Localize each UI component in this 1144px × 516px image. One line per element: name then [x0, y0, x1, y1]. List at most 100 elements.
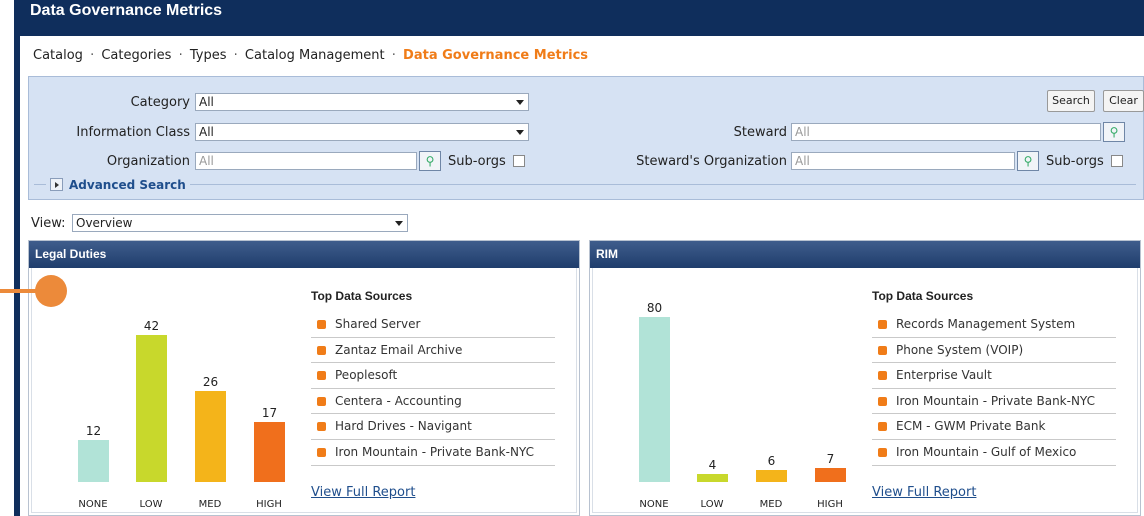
- stewards-organization-picker-icon[interactable]: ⚲: [1017, 151, 1039, 171]
- bar-high: [815, 468, 846, 482]
- bar-low: [697, 474, 728, 482]
- source-name: Enterprise Vault: [896, 368, 992, 383]
- bar-value-label: 4: [708, 458, 717, 472]
- stewards-organization-input[interactable]: All: [791, 152, 1015, 170]
- information-class-select-value: All: [199, 125, 214, 139]
- organization-suborgs-checkbox[interactable]: [513, 155, 525, 167]
- bullet-icon: [317, 371, 326, 381]
- source-name: ECM - GWM Private Bank: [896, 419, 1046, 434]
- list-item: Phone System (VOIP): [872, 338, 1116, 364]
- view-select[interactable]: Overview: [72, 214, 408, 232]
- source-name: Records Management System: [896, 317, 1076, 331]
- category-tick-label: NONE: [78, 499, 108, 510]
- steward-input[interactable]: All: [791, 123, 1101, 141]
- source-name: Iron Mountain - Gulf of Mexico: [896, 444, 1077, 459]
- list-item: Enterprise Vault: [872, 363, 1116, 389]
- advanced-search-divider: [190, 184, 1136, 185]
- steward-picker-icon[interactable]: ⚲: [1103, 122, 1125, 142]
- source-name: Centera - Accounting: [335, 393, 462, 408]
- bullet-icon: [317, 447, 326, 457]
- bar-none: [639, 317, 670, 482]
- list-item: Zantaz Email Archive: [311, 338, 555, 364]
- category-label: Category: [130, 95, 190, 110]
- bar-none: [78, 440, 109, 482]
- list-item: Iron Mountain - Private Bank-NYC: [311, 440, 555, 466]
- legal-duties-panel: Legal Duties 12 NONE 42 LOW 26 MED 17 HIGH Top …: [28, 240, 580, 516]
- bar-value-label: 12: [85, 424, 102, 438]
- source-name: Iron Mountain - Private Bank-NYC: [335, 444, 534, 459]
- view-label: View:: [31, 216, 66, 231]
- category-tick-label: HIGH: [256, 499, 282, 510]
- legal-duties-sources-list: Shared Server Zantaz Email Archive Peoples…: [311, 312, 555, 466]
- information-class-select[interactable]: All: [195, 123, 529, 141]
- bar-value-label: 7: [826, 452, 835, 466]
- organization-input[interactable]: All: [195, 152, 417, 170]
- source-name: Zantaz Email Archive: [335, 342, 463, 357]
- category-tick-label: MED: [759, 499, 783, 510]
- list-item: Iron Mountain - Private Bank-NYC: [872, 389, 1116, 415]
- list-item: ECM - GWM Private Bank: [872, 414, 1116, 440]
- search-button[interactable]: Search: [1047, 90, 1095, 112]
- breadcrumb-separator: ·: [90, 48, 95, 63]
- category-tick-label: LOW: [139, 499, 163, 510]
- title-bar: Data Governance Metrics: [18, 0, 1144, 36]
- category-tick-label: MED: [198, 499, 222, 510]
- stewards-organization-suborgs-checkbox[interactable]: [1111, 155, 1123, 167]
- legal-duties-sources-title: Top Data Sources: [311, 289, 413, 303]
- bullet-icon: [878, 447, 887, 457]
- rim-panel-body: 80 NONE 4 LOW 6 MED 7 HIGH Top Data Sources Rec…: [592, 268, 1138, 513]
- callout-marker: [35, 275, 67, 307]
- list-item: Records Management System: [872, 312, 1116, 338]
- stewards-organization-label: Steward's Organization: [636, 154, 787, 169]
- rim-panel-header: RIM: [590, 241, 1140, 268]
- breadcrumb: Catalog · Categories · Types · Catalog M…: [33, 48, 588, 63]
- legal-duties-view-report-link[interactable]: View Full Report: [311, 485, 415, 500]
- callout-marker-line: [0, 289, 38, 293]
- source-name: Iron Mountain - Private Bank-NYC: [896, 393, 1095, 408]
- breadcrumb-types[interactable]: Types: [190, 48, 227, 63]
- steward-label: Steward: [733, 125, 787, 140]
- information-class-label: Information Class: [76, 125, 190, 140]
- rim-sources-list: Records Management System Phone System (V…: [872, 312, 1116, 466]
- rim-panel: RIM 80 NONE 4 LOW 6 MED 7 HIGH Top Data Sources…: [589, 240, 1141, 516]
- source-name: Hard Drives - Navigant: [335, 419, 472, 434]
- breadcrumb-separator: ·: [233, 48, 238, 63]
- breadcrumb-catalog[interactable]: Catalog: [33, 48, 83, 63]
- breadcrumb-categories[interactable]: Categories: [101, 48, 171, 63]
- breadcrumb-current: Data Governance Metrics: [403, 48, 589, 63]
- clear-button[interactable]: Clear: [1103, 90, 1144, 112]
- bullet-icon: [317, 396, 326, 406]
- category-select[interactable]: All: [195, 93, 529, 111]
- organization-label: Organization: [106, 154, 190, 169]
- bullet-icon: [317, 320, 326, 329]
- bar-high: [254, 422, 285, 482]
- bar-value-label: 80: [646, 301, 663, 315]
- bullet-icon: [878, 320, 887, 329]
- bar-value-label: 26: [202, 375, 219, 389]
- advanced-search-link[interactable]: Advanced Search: [69, 178, 186, 192]
- advanced-search-divider: [34, 184, 46, 185]
- chevron-down-icon: [516, 100, 524, 105]
- list-item: Iron Mountain - Gulf of Mexico: [872, 440, 1116, 466]
- source-name: Phone System (VOIP): [896, 342, 1024, 357]
- bullet-icon: [317, 345, 326, 355]
- expand-arrow-icon[interactable]: [50, 178, 63, 191]
- rim-view-report-link[interactable]: View Full Report: [872, 485, 976, 500]
- bullet-icon: [878, 422, 887, 432]
- bar-med: [195, 391, 226, 482]
- bullet-icon: [878, 396, 887, 406]
- bullet-icon: [878, 345, 887, 355]
- list-item: Hard Drives - Navigant: [311, 414, 555, 440]
- category-tick-label: HIGH: [817, 499, 843, 510]
- bullet-icon: [878, 371, 887, 381]
- bar-value-label: 42: [143, 319, 160, 333]
- legal-duties-bar-chart: 12 NONE 42 LOW 26 MED 17 HIGH: [32, 268, 285, 516]
- legal-duties-panel-header: Legal Duties: [29, 241, 579, 268]
- category-tick-label: NONE: [639, 499, 669, 510]
- bar-value-label: 17: [261, 406, 278, 420]
- breadcrumb-catalog-management[interactable]: Catalog Management: [245, 48, 385, 63]
- left-frame-bar: [14, 0, 20, 516]
- organization-picker-icon[interactable]: ⚲: [419, 151, 441, 171]
- rim-sources-title: Top Data Sources: [872, 289, 974, 303]
- breadcrumb-separator: ·: [178, 48, 183, 63]
